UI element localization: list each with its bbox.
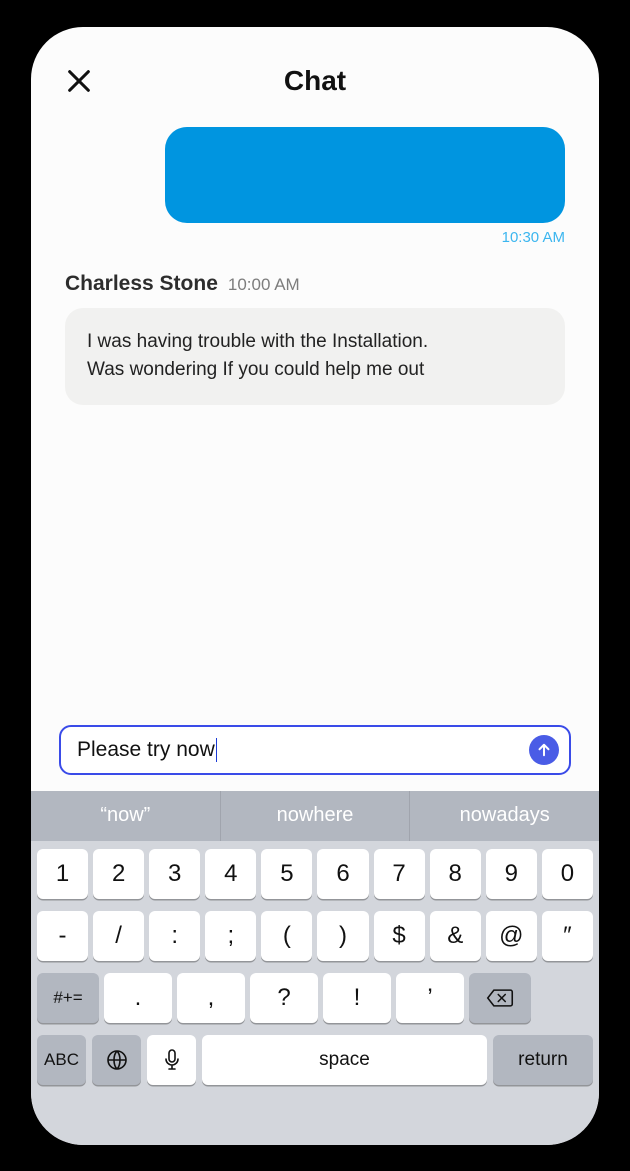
key-9[interactable]: 9 [486, 849, 537, 899]
phone-frame: Chat 10:30 AM Charless Stone 10:00 AM I … [31, 27, 599, 1145]
keyboard-row-2: - / : ; ( ) $ & @ ″ [35, 911, 595, 961]
globe-icon [105, 1048, 129, 1072]
key-7[interactable]: 7 [374, 849, 425, 899]
message-line: I was having trouble with the Installati… [87, 328, 543, 357]
sender-name: Charless Stone [65, 272, 218, 296]
incoming-message-bubble[interactable]: I was having trouble with the Installati… [65, 308, 565, 405]
key-apostrophe[interactable]: ’ [396, 973, 464, 1023]
key-2[interactable]: 2 [93, 849, 144, 899]
key-8[interactable]: 8 [430, 849, 481, 899]
incoming-message-header: Charless Stone 10:00 AM [65, 272, 565, 296]
page-title: Chat [284, 65, 346, 97]
key-doubleprime[interactable]: ″ [542, 911, 593, 961]
key-mic[interactable] [147, 1035, 196, 1085]
key-exclaim[interactable]: ! [323, 973, 391, 1023]
chat-area: 10:30 AM Charless Stone 10:00 AM I was h… [31, 119, 599, 725]
keyboard-row-4: ABC space return [35, 1035, 595, 1085]
message-input[interactable]: Please try now [59, 725, 571, 775]
key-return[interactable]: return [493, 1035, 593, 1085]
keyboard-rows: 1 2 3 4 5 6 7 8 9 0 - / : ; ( ) $ & @ [31, 841, 599, 1085]
arrow-up-icon [535, 741, 553, 759]
outgoing-message-bubble[interactable] [165, 127, 565, 223]
key-6[interactable]: 6 [317, 849, 368, 899]
key-3[interactable]: 3 [149, 849, 200, 899]
input-value: Please try now [77, 738, 215, 762]
key-lparen[interactable]: ( [261, 911, 312, 961]
key-globe[interactable] [92, 1035, 141, 1085]
keyboard-row-1: 1 2 3 4 5 6 7 8 9 0 [35, 849, 595, 899]
key-colon[interactable]: : [149, 911, 200, 961]
keyboard: “now” nowhere nowadays 1 2 3 4 5 6 7 8 9… [31, 791, 599, 1145]
key-amp[interactable]: & [430, 911, 481, 961]
incoming-message-time: 10:00 AM [228, 275, 300, 295]
outgoing-message-wrap: 10:30 AM [65, 127, 565, 246]
key-slash[interactable]: / [93, 911, 144, 961]
chat-header: Chat [31, 55, 599, 119]
keyboard-row-3: #+= . , ? ! ’ [35, 973, 595, 1023]
backspace-icon [486, 988, 514, 1008]
message-line: Was wondering If you could help me out [87, 356, 543, 385]
send-button[interactable] [529, 735, 559, 765]
key-dollar[interactable]: $ [374, 911, 425, 961]
key-0[interactable]: 0 [542, 849, 593, 899]
key-dash[interactable]: - [37, 911, 88, 961]
key-question[interactable]: ? [250, 973, 318, 1023]
message-input-text: Please try now [77, 738, 529, 762]
suggestion-1[interactable]: “now” [31, 791, 221, 841]
outgoing-message-time: 10:30 AM [502, 229, 565, 246]
key-space[interactable]: space [202, 1035, 487, 1085]
key-comma[interactable]: , [177, 973, 245, 1023]
key-1[interactable]: 1 [37, 849, 88, 899]
suggestion-bar: “now” nowhere nowadays [31, 791, 599, 841]
close-icon[interactable] [65, 67, 93, 95]
key-backspace[interactable] [469, 973, 531, 1023]
key-rparen[interactable]: ) [317, 911, 368, 961]
key-4[interactable]: 4 [205, 849, 256, 899]
key-symbols[interactable]: #+= [37, 973, 99, 1023]
mic-icon [162, 1048, 182, 1072]
key-at[interactable]: @ [486, 911, 537, 961]
composer-area: Please try now [31, 725, 599, 791]
key-5[interactable]: 5 [261, 849, 312, 899]
key-period[interactable]: . [104, 973, 172, 1023]
suggestion-2[interactable]: nowhere [221, 791, 411, 841]
key-semicolon[interactable]: ; [205, 911, 256, 961]
key-abc[interactable]: ABC [37, 1035, 86, 1085]
suggestion-3[interactable]: nowadays [410, 791, 599, 841]
text-cursor [216, 738, 218, 762]
